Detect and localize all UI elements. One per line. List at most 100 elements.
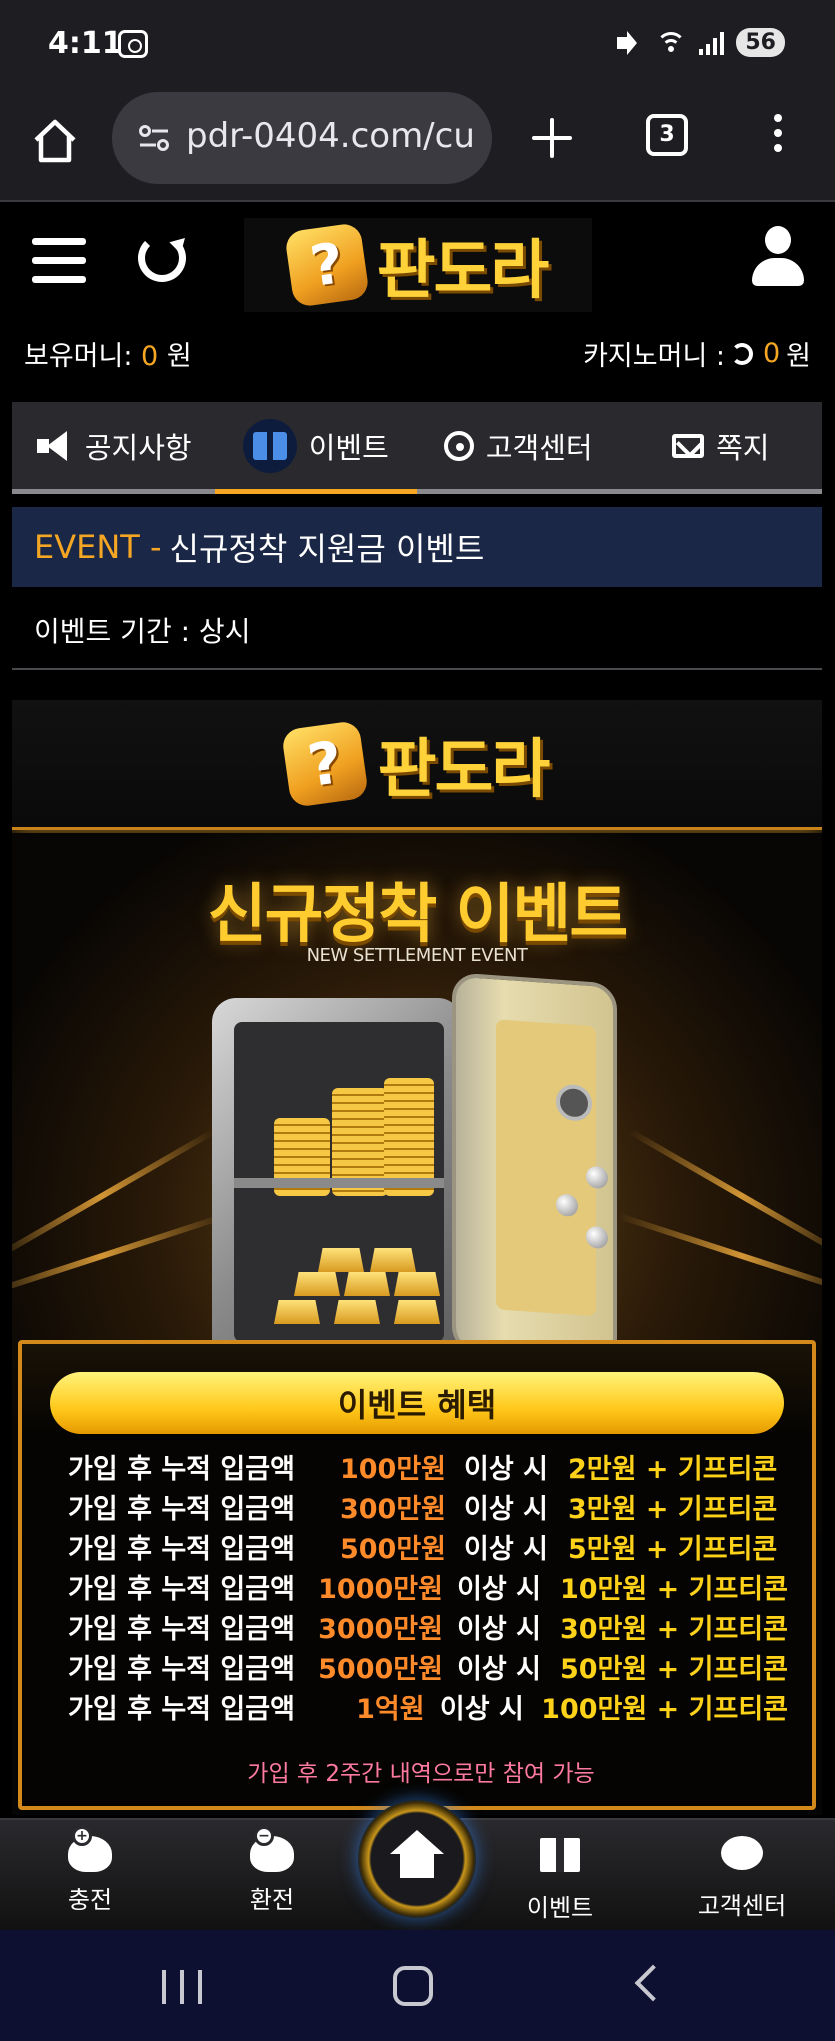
banner-logo-text: 판도라	[377, 732, 551, 807]
status-icons: 56	[615, 28, 785, 57]
benefit-amount: 1000만원	[318, 1573, 443, 1605]
site-settings-icon[interactable]	[138, 124, 170, 152]
gold-bar	[318, 1248, 364, 1272]
benefit-label: 가입 후 누적 입금액	[68, 1613, 295, 1645]
signal-icon	[699, 31, 725, 55]
casino-refresh-icon[interactable]	[730, 342, 753, 365]
safe-body	[212, 998, 462, 1368]
status-bar: 4:11 56	[0, 0, 835, 90]
status-time: 4:11	[48, 26, 123, 61]
benefits-list: 가입 후 누적 입금액 100만원 이상 시 2만원 + 기프티콘 가입 후 누…	[68, 1446, 788, 1726]
home-icon	[390, 1830, 444, 1878]
tab-messages[interactable]: 쪽지	[620, 402, 823, 489]
chat-icon	[720, 1836, 764, 1880]
nav-deposit[interactable]: + 충전	[30, 1826, 150, 1915]
event-period: 이벤트 기간 : 상시	[34, 615, 251, 648]
benefit-row: 가입 후 누적 입금액 3000만원 이상 시 30만원 + 기프티콘	[68, 1606, 788, 1646]
benefit-label: 가입 후 누적 입금액	[68, 1533, 295, 1565]
address-bar[interactable]: pdr-0404.com/cu	[112, 92, 492, 184]
tab-label: 이벤트	[308, 430, 389, 465]
tab-label: 쪽지	[716, 430, 770, 465]
site-logo[interactable]: ? 판도라	[244, 218, 592, 312]
gold-bar	[294, 1272, 340, 1296]
safe-knob	[586, 1225, 608, 1250]
safe-illustration	[212, 972, 632, 1368]
url-text[interactable]: pdr-0404.com/cu	[186, 116, 486, 156]
event-banner-image: ? 판도라 신규정착 이벤트 NEW SETTLEMENT EVENT 이벤트 …	[12, 700, 822, 1815]
casino-balance-unit: 원	[786, 341, 811, 372]
withdraw-icon: −	[250, 1826, 294, 1874]
wifi-icon	[655, 30, 687, 56]
benefit-condition: 이상 시	[457, 1573, 541, 1605]
benefit-condition: 이상 시	[457, 1613, 541, 1645]
site-header: ? 판도라 보유머니: 0 원 카지노머니 : 0 원	[0, 202, 835, 387]
benefit-condition: 이상 시	[464, 1533, 548, 1565]
user-icon[interactable]	[752, 226, 804, 286]
benefit-reward: 2만원 + 기프티콘	[568, 1453, 778, 1485]
home-button[interactable]	[358, 1800, 476, 1918]
banner-logo-mark: ?	[280, 719, 369, 808]
nav-label: 환전	[249, 1886, 295, 1914]
benefit-amount: 100만원	[339, 1453, 446, 1485]
system-home-icon[interactable]	[393, 1966, 433, 2006]
hamburger-menu-icon[interactable]	[32, 238, 86, 284]
screenshot-icon	[118, 30, 148, 58]
banner-logo: ? 판도라	[12, 700, 822, 830]
divider	[12, 668, 822, 670]
benefit-amount: 1억원	[356, 1693, 425, 1725]
light-ray	[12, 1128, 217, 1264]
casino-balance-display: 카지노머니 : 0 원	[583, 334, 811, 373]
safe-shelf	[234, 1178, 444, 1188]
benefit-note: 가입 후 2주간 내역으로만 참여 가능	[247, 1761, 595, 1787]
recent-apps-icon[interactable]	[162, 1970, 202, 2004]
back-icon[interactable]	[634, 1964, 672, 2002]
benefit-reward: 30만원 + 기프티콘	[559, 1613, 788, 1645]
benefit-row: 가입 후 누적 입금액 500만원 이상 시 5만원 + 기프티콘	[68, 1526, 788, 1566]
refresh-icon[interactable]	[138, 234, 186, 282]
battery-indicator: 56	[736, 28, 785, 57]
benefit-label: 가입 후 누적 입금액	[68, 1453, 295, 1485]
casino-balance-label: 카지노머니 :	[583, 341, 725, 372]
tab-label: 공지사항	[84, 430, 192, 465]
gold-bar	[394, 1300, 440, 1324]
tab-switcher-button[interactable]: 3	[646, 114, 688, 156]
benefit-amount: 5000만원	[318, 1653, 443, 1685]
benefit-reward: 10만원 + 기프티콘	[559, 1573, 788, 1605]
browser-menu-icon[interactable]	[772, 114, 784, 158]
benefit-reward: 3만원 + 기프티콘	[568, 1493, 778, 1525]
event-title: 신규정착 지원금 이벤트	[169, 530, 485, 568]
gift-icon	[242, 418, 297, 473]
nav-label: 충전	[67, 1886, 113, 1914]
benefit-row: 가입 후 누적 입금액 1000만원 이상 시 10만원 + 기프티콘	[68, 1566, 788, 1606]
safe-knob	[556, 1193, 578, 1218]
balance-label: 보유머니:	[24, 341, 142, 372]
tab-support[interactable]: 고객센터	[417, 402, 620, 489]
event-title-bar: EVENT - 신규정착 지원금 이벤트	[12, 507, 822, 587]
nav-support[interactable]: 고객센터	[682, 1830, 802, 1921]
benefit-condition: 이상 시	[464, 1493, 548, 1525]
nav-event[interactable]: 이벤트	[500, 1830, 620, 1923]
tab-label: 고객센터	[485, 430, 593, 465]
headset-icon	[443, 430, 474, 461]
benefit-amount: 3000만원	[318, 1613, 443, 1645]
benefit-row: 가입 후 누적 입금액 100만원 이상 시 2만원 + 기프티콘	[68, 1446, 788, 1486]
new-tab-icon[interactable]	[530, 116, 574, 160]
benefit-reward: 50만원 + 기프티콘	[559, 1653, 788, 1685]
benefit-label: 가입 후 누적 입금액	[68, 1493, 295, 1525]
event-prefix: EVENT -	[34, 528, 162, 566]
gold-bar	[274, 1300, 320, 1324]
nav-label: 고객센터	[697, 1892, 787, 1920]
tab-event[interactable]: 이벤트	[214, 402, 418, 494]
benefit-reward: 5만원 + 기프티콘	[568, 1533, 778, 1565]
nav-label: 이벤트	[526, 1894, 594, 1922]
benefits-box: 이벤트 혜택 가입 후 누적 입금액 100만원 이상 시 2만원 + 기프티콘…	[18, 1340, 816, 1810]
benefit-reward: 100만원 + 기프티콘	[541, 1693, 788, 1725]
gold-bar	[334, 1300, 380, 1324]
board-tabs: 공지사항 이벤트 고객센터 쪽지	[12, 402, 822, 494]
system-navigation-bar	[0, 1930, 835, 2041]
mute-icon	[615, 29, 643, 57]
tab-notice[interactable]: 공지사항	[12, 402, 215, 489]
balance-value: 0	[141, 341, 159, 372]
nav-withdraw[interactable]: − 환전	[212, 1826, 332, 1915]
browser-home-icon[interactable]	[30, 116, 80, 166]
